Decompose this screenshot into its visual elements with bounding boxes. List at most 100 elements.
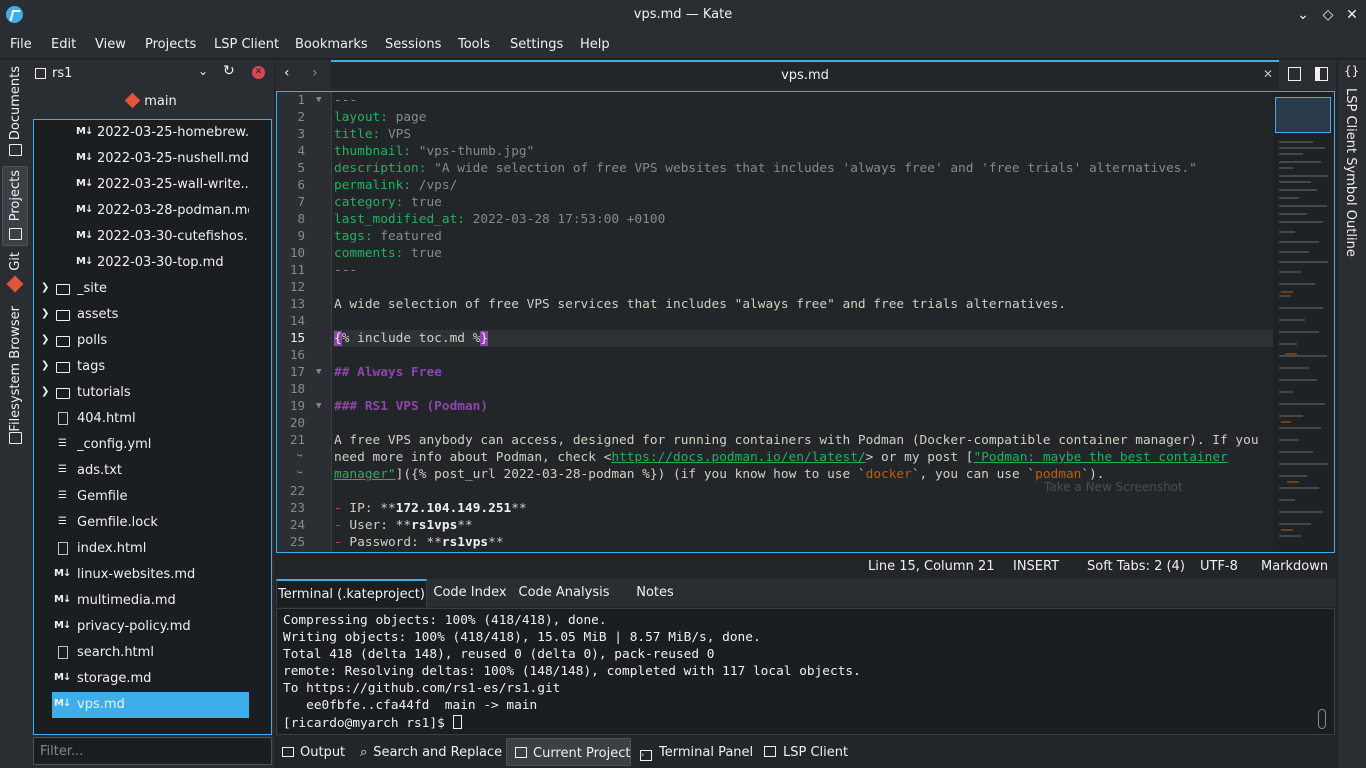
- list-item[interactable]: ❯ tutorials: [34, 380, 254, 406]
- project-panel: rs1 ⌄ ↻ ✕ main M↓ 2022-03-25-homebrew... …: [30, 60, 274, 768]
- cursor-position[interactable]: Line 15, Column 21: [868, 559, 995, 574]
- tab-documents[interactable]: Documents: [8, 66, 23, 140]
- close-tab-icon[interactable]: ✕: [1263, 67, 1273, 81]
- list-item[interactable]: search.html: [34, 640, 254, 666]
- list-item[interactable]: M↓ privacy-policy.md: [34, 614, 254, 640]
- filter-input[interactable]: Filter...: [33, 737, 272, 765]
- list-item[interactable]: M↓ 2022-03-25-homebrew...: [34, 120, 254, 146]
- menu-tools[interactable]: Tools: [458, 37, 490, 52]
- tab-git[interactable]: Git: [8, 252, 23, 271]
- menu-projects[interactable]: Projects: [145, 37, 196, 52]
- encoding[interactable]: UTF-8: [1200, 559, 1238, 574]
- bottom-toolbar: Output ⌕ Search and Replace Current Proje…: [276, 738, 1366, 768]
- list-item[interactable]: M↓ 2022-03-30-cutefishos....: [34, 224, 254, 250]
- markdown-icon: M↓: [54, 568, 71, 579]
- fold-arrow-icon[interactable]: ▼: [316, 95, 321, 105]
- chevron-right-icon[interactable]: ❯: [41, 308, 49, 319]
- list-item[interactable]: ☰ ads.txt: [34, 458, 254, 484]
- fold-arrow-icon[interactable]: ▼: [316, 367, 321, 377]
- maximize-icon[interactable]: ◇: [1317, 4, 1339, 26]
- code-line-23: - IP: **172.104.149.251**: [334, 501, 527, 516]
- markdown-icon: M↓: [76, 256, 93, 267]
- minimap[interactable]: [1273, 92, 1333, 552]
- tooltip: Take a New Screenshot: [1044, 480, 1183, 494]
- list-item[interactable]: 404.html: [34, 406, 254, 432]
- tab-code-index[interactable]: Code Index: [428, 579, 512, 607]
- menu-settings[interactable]: Settings: [510, 37, 563, 52]
- output-button[interactable]: Output: [282, 738, 345, 766]
- chevron-right-icon[interactable]: ❯: [41, 386, 49, 397]
- list-item[interactable]: ❯ assets: [34, 302, 254, 328]
- lsp-client-button[interactable]: LSP Client: [764, 738, 848, 766]
- list-item[interactable]: ❯ _site: [34, 276, 254, 302]
- input-mode[interactable]: INSERT: [1013, 559, 1059, 574]
- chevron-down-icon[interactable]: ⌄: [198, 64, 208, 78]
- list-item[interactable]: M↓ 2022-03-25-nushell.md: [34, 146, 254, 172]
- tab-vps-md[interactable]: vps.md ✕: [331, 60, 1279, 89]
- list-item[interactable]: ❯ tags: [34, 354, 254, 380]
- back-arrow-icon[interactable]: ‹: [284, 65, 290, 81]
- list-item[interactable]: ☰ _config.yml: [34, 432, 254, 458]
- reload-icon[interactable]: ↻: [223, 63, 235, 79]
- code-line-8: last_modified_at: 2022-03-28 17:53:00 +0…: [334, 212, 666, 227]
- code-line-19: ### RS1 VPS (Podman): [334, 399, 489, 414]
- indentation-settings[interactable]: Soft Tabs: 2 (4): [1087, 559, 1185, 574]
- current-project-button[interactable]: Current Project: [506, 738, 631, 766]
- list-item[interactable]: ☰ Gemfile: [34, 484, 254, 510]
- menu-edit[interactable]: Edit: [51, 37, 76, 52]
- tab-projects[interactable]: Projects: [8, 170, 23, 221]
- code-line-15: {% include toc.md %}: [334, 331, 489, 346]
- split-view-icon[interactable]: [1315, 67, 1328, 81]
- terminal-scrollbar[interactable]: [1318, 709, 1326, 729]
- terminal[interactable]: Compressing objects: 100% (418/418), don…: [276, 608, 1335, 735]
- chevron-right-icon[interactable]: ❯: [41, 282, 49, 293]
- window-title: vps.md — Kate: [633, 7, 733, 22]
- left-tab-strip: Documents Projects Git Filesystem Browse…: [0, 60, 30, 768]
- tab-filesystem-browser[interactable]: Filesystem Browser: [8, 306, 23, 432]
- branch-indicator[interactable]: main: [30, 92, 274, 114]
- menu-sessions[interactable]: Sessions: [385, 37, 441, 52]
- menu-view[interactable]: View: [95, 37, 126, 52]
- new-document-icon[interactable]: [1288, 67, 1301, 81]
- syntax-mode[interactable]: Markdown: [1261, 559, 1328, 574]
- terminal-prompt: [ricardo@myarch rs1]$: [283, 715, 462, 731]
- list-item-selected[interactable]: M↓ vps.md: [52, 692, 249, 718]
- tab-lsp-symbol-outline[interactable]: LSP Client Symbol Outline: [1343, 88, 1358, 257]
- menu-help[interactable]: Help: [580, 37, 610, 52]
- list-item[interactable]: M↓ storage.md: [34, 666, 254, 692]
- forward-arrow-icon[interactable]: ›: [312, 65, 318, 81]
- minimize-icon[interactable]: ⌄: [1292, 4, 1314, 26]
- tab-code-analysis[interactable]: Code Analysis: [512, 579, 616, 607]
- list-item[interactable]: M↓ 2022-03-25-wall-write....: [34, 172, 254, 198]
- list-item[interactable]: M↓ multimedia.md: [34, 588, 254, 614]
- close-window-icon[interactable]: ✕: [1341, 4, 1363, 26]
- output-icon: [282, 747, 294, 757]
- menu-bookmarks[interactable]: Bookmarks: [295, 37, 368, 52]
- tree-scrollbar[interactable]: [259, 734, 265, 735]
- search-replace-button[interactable]: ⌕ Search and Replace: [360, 738, 502, 766]
- status-bar: Line 15, Column 21 INSERT Soft Tabs: 2 (…: [276, 555, 1336, 579]
- menu-lsp-client[interactable]: LSP Client: [214, 37, 279, 52]
- list-item[interactable]: index.html: [34, 536, 254, 562]
- list-item[interactable]: M↓ linux-websites.md: [34, 562, 254, 588]
- list-item[interactable]: ☰ Gemfile.lock: [34, 510, 254, 536]
- terminal-line: To https://github.com/rs1-es/rs1.git: [283, 681, 561, 696]
- code-line-7: category: true: [334, 195, 442, 210]
- git-branch-icon: [124, 92, 141, 109]
- close-project-icon[interactable]: ✕: [252, 66, 265, 79]
- list-item[interactable]: M↓ 2022-03-30-top.md: [34, 250, 254, 276]
- terminal-panel-button[interactable]: › Terminal Panel: [640, 738, 753, 766]
- code-line-25: - Password: **rs1vps**: [334, 535, 504, 550]
- list-item[interactable]: ❯ polls: [34, 328, 254, 354]
- tab-notes[interactable]: Notes: [616, 579, 694, 607]
- chevron-right-icon[interactable]: ❯: [41, 360, 49, 371]
- folder-icon: [56, 310, 70, 321]
- code-line-21-wrap-2: manager"]({% post_url 2022-03-28-podman …: [334, 467, 1105, 482]
- project-tree[interactable]: M↓ 2022-03-25-homebrew... M↓ 2022-03-25-nu…: [33, 119, 272, 735]
- fold-arrow-icon[interactable]: ▼: [316, 401, 321, 411]
- menu-file[interactable]: File: [10, 37, 32, 52]
- tab-terminal[interactable]: Terminal (.kateproject): [276, 579, 427, 607]
- chevron-right-icon[interactable]: ❯: [41, 334, 49, 345]
- project-selector[interactable]: rs1: [52, 66, 72, 81]
- list-item[interactable]: M↓ 2022-03-28-podman.md: [34, 198, 254, 224]
